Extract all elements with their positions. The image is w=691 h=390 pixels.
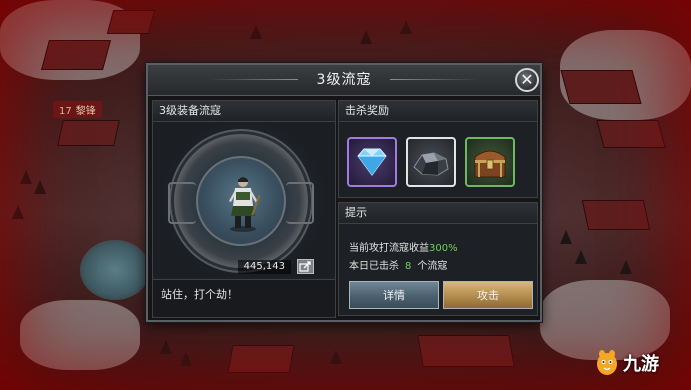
bandit-name-header: 3级装备流寇 — [153, 101, 335, 122]
close-button[interactable]: ✕ — [515, 68, 539, 92]
bonus-percent: 300% — [429, 243, 458, 254]
bandit-quote: 站住，打个劫！ — [153, 279, 335, 317]
reward-iron-ore[interactable] — [406, 137, 456, 187]
watermark: 九游 — [595, 350, 659, 376]
dialog-title: 3级流寇 — [148, 65, 540, 96]
kill-rewards-section: 击杀奖励 — [338, 100, 538, 198]
tips-section: 提示 当前攻打流寇收益300% 本日已击杀 8 个流寇 详情 攻击 — [338, 202, 538, 316]
bandit-portrait[interactable] — [196, 156, 286, 246]
bandit-warrior-icon — [229, 177, 260, 232]
frame-ornament-right — [286, 182, 314, 224]
frame-ornament-left — [168, 182, 196, 224]
close-icon: ✕ — [520, 70, 534, 89]
share-button[interactable] — [297, 259, 314, 274]
bonus-tip-label: 当前攻打流寇收益 — [349, 243, 429, 254]
attack-button[interactable]: 攻击 — [443, 281, 533, 309]
iron-ore-icon — [413, 152, 449, 176]
reward-treasure-chest[interactable] — [465, 137, 515, 187]
portrait-frame — [168, 134, 314, 268]
diamond-icon — [357, 148, 387, 176]
kill-count-suffix: 个流寇 — [417, 261, 448, 272]
reward-diamond[interactable] — [347, 137, 397, 187]
info-panel: 击杀奖励 提示 当前攻打流寇收益300% 本日已击杀 8 个流寇 详情 攻击 — [338, 100, 538, 316]
share-icon — [299, 261, 311, 272]
kill-count-tip: 本日已击杀 8 个流寇 — [349, 257, 447, 272]
kill-count-label: 本日已击杀 — [349, 261, 399, 272]
power-row: 445,143 — [202, 258, 314, 275]
details-button[interactable]: 详情 — [349, 281, 439, 309]
bandit-panel: 3级装备流寇 445,143 站住，打个劫！ — [152, 100, 336, 318]
portrait-area: 445,143 — [153, 122, 335, 277]
bonus-tip: 当前攻打流寇收益300% — [349, 239, 458, 254]
player-tag[interactable]: 17 黎锋 — [53, 101, 102, 118]
rewards-header: 击杀奖励 — [339, 101, 537, 122]
kill-count: 8 — [405, 261, 412, 272]
player-name: 黎锋 — [75, 106, 96, 117]
jiuyou-logo — [597, 350, 617, 375]
reward-list — [347, 137, 515, 187]
tips-header: 提示 — [339, 203, 537, 224]
bandit-power: 445,143 — [237, 259, 291, 274]
watermark-text: 九游 — [623, 354, 659, 375]
treasure-chest-icon — [474, 150, 506, 178]
bandit-info-dialog: 3级流寇 ✕ 3级装备流寇 445,143 站住，打个劫！ 击杀奖励 提示 当前… — [146, 63, 542, 322]
player-level-badge: 17 — [59, 106, 72, 117]
game-screen: 17 黎锋 3级流寇 ✕ 3级装备流寇 445,143 站住，打个劫！ 击杀奖励… — [0, 0, 691, 390]
